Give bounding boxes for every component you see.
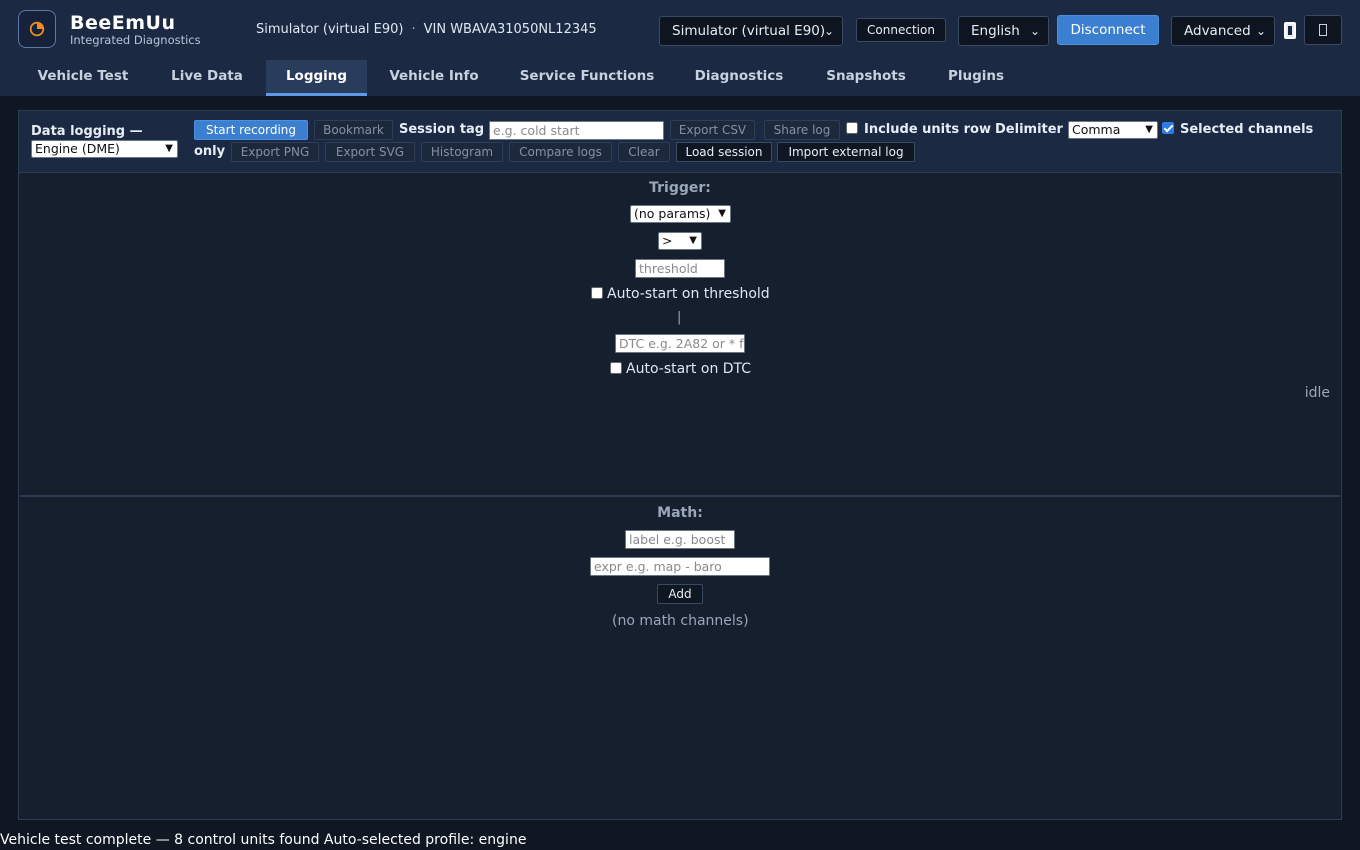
tab-vehicle-info[interactable]: Vehicle Info [374, 60, 494, 96]
auto-start-dtc-checkbox[interactable] [610, 362, 622, 374]
tab-service-functions[interactable]: Service Functions [506, 60, 668, 96]
import-external-log-button[interactable]: Import external log [777, 142, 915, 162]
chevron-down-icon: ⌄ [823, 24, 834, 38]
selected-channels-label: Selected channels [1180, 122, 1314, 137]
chevron-down-icon: ⌄ [1255, 24, 1266, 38]
delimiter-select-value: Comma [1072, 122, 1121, 137]
clear-button[interactable]: Clear [618, 142, 670, 162]
gauge-icon [29, 21, 45, 37]
auto-start-threshold-checkbox[interactable] [591, 287, 603, 299]
tab-snapshots[interactable]: Snapshots [810, 60, 922, 96]
phone-icon[interactable] [1284, 22, 1296, 39]
vin-label: VIN WBAVA31050NL12345 [423, 22, 597, 37]
include-units-checkbox[interactable] [846, 122, 858, 134]
math-title: Math: [657, 505, 703, 521]
recording-status: idle [1304, 385, 1330, 401]
trigger-title: Trigger: [649, 180, 711, 196]
mode-select[interactable]: Advanced ⌄ [1171, 16, 1275, 46]
app-logo [18, 10, 56, 48]
disconnect-button[interactable]: Disconnect [1057, 15, 1159, 45]
connection-name: Simulator (virtual E90) [256, 22, 404, 37]
top-bar: BeeEmUu Integrated Diagnostics Simulator… [0, 0, 1360, 96]
auto-start-threshold-row[interactable]: Auto-start on threshold [591, 286, 770, 302]
tab-plugins[interactable]: Plugins [934, 60, 1018, 96]
trigger-separator: | [677, 310, 682, 325]
trigger-operator-value: > [662, 233, 673, 248]
chevron-down-icon: ▼ [718, 208, 726, 219]
fullscreen-icon [1319, 24, 1327, 36]
share-log-button[interactable]: Share log [764, 120, 840, 140]
chevron-down-icon: ▼ [165, 143, 173, 154]
math-expr-input[interactable]: expr e.g. map - baro [590, 557, 770, 576]
trigger-section: Trigger: (no params) ▼ > ▼ threshold Aut… [20, 173, 1340, 495]
ecu-select-value: Engine (DME) [35, 141, 120, 156]
language-select-value: English [971, 23, 1020, 39]
data-logging-label: Data logging — [31, 124, 143, 139]
histogram-button[interactable]: Histogram [421, 142, 503, 162]
logging-panel: Data logging — Engine (DME) ▼ Start reco… [18, 110, 1342, 820]
connection-button[interactable]: Connection [856, 18, 946, 42]
trigger-param-value: (no params) [634, 206, 711, 221]
start-recording-button[interactable]: Start recording [194, 120, 308, 140]
app-subtitle: Integrated Diagnostics [70, 33, 201, 47]
selected-channels-only-label: only [194, 144, 226, 159]
mode-select-value: Advanced [1184, 23, 1251, 39]
tab-vehicle-test[interactable]: Vehicle Test [22, 60, 144, 96]
auto-start-dtc-row[interactable]: Auto-start on DTC [610, 361, 751, 377]
include-units-label: Include units row [864, 122, 991, 137]
delimiter-label: Delimiter [995, 122, 1063, 137]
selected-channels-checkbox[interactable] [1162, 122, 1174, 134]
math-section: Math: label e.g. boost expr e.g. map - b… [20, 497, 1340, 817]
tab-logging[interactable]: Logging [266, 60, 367, 96]
tab-diagnostics[interactable]: Diagnostics [680, 60, 798, 96]
export-svg-button[interactable]: Export SVG [325, 142, 415, 162]
session-tag-label: Session tag [399, 122, 485, 137]
dtc-input[interactable]: DTC e.g. 2A82 or * f [615, 334, 745, 353]
export-png-button[interactable]: Export PNG [231, 142, 319, 162]
main-tabs: Vehicle Test Live Data Logging Vehicle I… [0, 60, 1360, 96]
auto-start-dtc-label: Auto-start on DTC [626, 361, 752, 377]
chevron-down-icon: ▼ [1145, 124, 1153, 135]
export-csv-button[interactable]: Export CSV [670, 120, 755, 140]
ecu-select[interactable]: Engine (DME) ▼ [31, 140, 178, 158]
trigger-operator-select[interactable]: > ▼ [658, 232, 702, 250]
math-label-input[interactable]: label e.g. boost [625, 530, 735, 549]
math-add-button[interactable]: Add [657, 584, 703, 604]
threshold-input[interactable]: threshold [635, 259, 725, 278]
language-select[interactable]: English ⌄ [958, 16, 1049, 46]
trigger-param-select[interactable]: (no params) ▼ [630, 205, 731, 223]
adapter-select-value: Simulator (virtual E90) [672, 23, 826, 39]
session-tag-input[interactable]: e.g. cold start [489, 121, 664, 140]
connection-info: Simulator (virtual E90) · VIN WBAVA31050NL… [256, 22, 597, 37]
auto-start-threshold-label: Auto-start on threshold [607, 286, 770, 302]
load-session-button[interactable]: Load session [676, 142, 772, 162]
chevron-down-icon: ▼ [689, 235, 697, 246]
tab-live-data[interactable]: Live Data [154, 60, 260, 96]
compare-logs-button[interactable]: Compare logs [509, 142, 612, 162]
adapter-select[interactable]: Simulator (virtual E90) ⌄ [659, 16, 843, 46]
delimiter-select[interactable]: Comma ▼ [1068, 121, 1158, 139]
separator-dot: · [411, 22, 416, 37]
bookmark-button[interactable]: Bookmark [314, 120, 393, 140]
status-bar-message: Vehicle test complete — 8 control units … [0, 832, 527, 848]
chevron-down-icon: ⌄ [1029, 24, 1040, 38]
fullscreen-button[interactable] [1304, 15, 1342, 45]
math-empty-text: (no math channels) [612, 613, 749, 629]
app-title: BeeEmUu [70, 12, 176, 34]
logging-toolbar: Data logging — Engine (DME) ▼ Start reco… [19, 111, 1341, 173]
